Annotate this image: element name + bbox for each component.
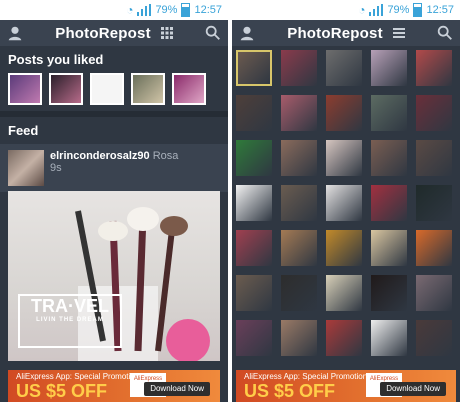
grid-photo[interactable] [281, 185, 317, 221]
post-image[interactable]: TRA·VEL LIVIN THE DREAM [8, 191, 220, 361]
grid-photo[interactable] [371, 320, 407, 356]
grid-photo[interactable] [236, 140, 272, 176]
search-icon[interactable] [204, 24, 222, 42]
grid-photo[interactable] [281, 95, 317, 131]
grid-photo[interactable] [416, 140, 452, 176]
grid-photo[interactable] [236, 275, 272, 311]
post-header: elrinconderosalz90 Rosa 9s [0, 144, 228, 192]
app-title: PhotoRepost [55, 24, 151, 42]
ad-download-button[interactable]: Download Now [144, 382, 210, 396]
grid-photo[interactable] [326, 275, 362, 311]
battery-percentage: 79% [155, 4, 178, 16]
search-icon[interactable] [436, 24, 454, 42]
grid-photo[interactable] [326, 50, 362, 86]
status-bar: ◔ 79% 12:57 [0, 0, 228, 20]
avatar[interactable] [8, 150, 44, 186]
clock-time: 12:57 [194, 4, 222, 16]
travel-logo: TRA·VEL LIVIN THE DREAM [18, 294, 122, 348]
grid-photo[interactable] [326, 230, 362, 266]
app-bar: PhotoRepost [232, 20, 460, 46]
liked-thumb[interactable] [90, 73, 124, 105]
feed-title: Feed [8, 123, 39, 138]
liked-thumb[interactable] [49, 73, 83, 105]
grid-photo[interactable] [281, 140, 317, 176]
app-title: PhotoRepost [287, 24, 383, 42]
grid-photo[interactable] [371, 275, 407, 311]
profile-icon[interactable] [6, 24, 24, 42]
grid-photo[interactable] [326, 95, 362, 131]
grid-photo[interactable] [416, 320, 452, 356]
grid-photo[interactable] [326, 320, 362, 356]
post-username[interactable]: elrinconderosalz90 [50, 150, 150, 162]
right-phone-screen: ◔ 79% 12:57 PhotoRepost AliExpress App: … [232, 0, 460, 402]
grid-photo[interactable] [416, 185, 452, 221]
ad-big-text: US $5 OFF [16, 381, 108, 401]
grid-photo[interactable] [326, 185, 362, 221]
ad-top-text: AliExpress App: Special Promotion [244, 372, 368, 381]
liked-thumb[interactable] [172, 73, 206, 105]
posts-liked-title: Posts you liked [8, 52, 104, 67]
ad-banner[interactable]: AliExpress App: Special Promotion US $5 … [236, 370, 456, 402]
status-bar: ◔ 79% 12:57 [232, 0, 460, 20]
grid-photo[interactable] [371, 140, 407, 176]
signal-icon [137, 4, 152, 16]
travel-subtext: LIVIN THE DREAM [36, 317, 104, 323]
battery-icon [181, 3, 191, 17]
ad-top-text: AliExpress App: Special Promotion [16, 372, 140, 381]
app-bar: PhotoRepost [0, 20, 228, 46]
travel-text: TRA·VEL [31, 296, 109, 316]
post-meta: elrinconderosalz90 Rosa 9s [50, 150, 178, 174]
grid-photo[interactable] [236, 95, 272, 131]
grid-photo[interactable] [236, 50, 272, 86]
liked-posts-row [0, 73, 228, 111]
battery-icon [413, 3, 423, 17]
ad-download-button[interactable]: Download Now [380, 382, 446, 396]
grid-photo[interactable] [371, 50, 407, 86]
grid-photo[interactable] [416, 230, 452, 266]
grid-photo[interactable] [236, 230, 272, 266]
grid-photo[interactable] [371, 95, 407, 131]
wifi-icon: ◔ [358, 3, 366, 17]
liked-thumb[interactable] [8, 73, 42, 105]
ad-banner[interactable]: AliExpress App: Special Promotion US $5 … [8, 370, 220, 402]
wifi-icon: ◔ [126, 3, 134, 17]
grid-photo[interactable] [416, 95, 452, 131]
grid-photo[interactable] [371, 185, 407, 221]
grid-view-icon[interactable] [160, 27, 173, 39]
clock-time: 12:57 [426, 4, 454, 16]
battery-percentage: 79% [387, 4, 410, 16]
left-phone-screen: ◔ 79% 12:57 PhotoRepost Posts you liked [0, 0, 228, 402]
post-time: 9s [50, 162, 62, 174]
grid-photo[interactable] [416, 275, 452, 311]
grid-photo[interactable] [236, 185, 272, 221]
post-secondary-name: Rosa [152, 150, 179, 162]
signal-icon [369, 4, 384, 16]
list-view-icon[interactable] [392, 27, 405, 39]
liked-thumb[interactable] [131, 73, 165, 105]
profile-icon[interactable] [238, 24, 256, 42]
grid-photo[interactable] [416, 50, 452, 86]
grid-photo[interactable] [326, 140, 362, 176]
ad-big-text: US $5 OFF [244, 381, 336, 401]
grid-photo[interactable] [281, 320, 317, 356]
grid-photo[interactable] [281, 230, 317, 266]
grid-photo[interactable] [281, 50, 317, 86]
grid-photo[interactable] [371, 230, 407, 266]
grid-photo[interactable] [236, 320, 272, 356]
photo-grid [236, 50, 456, 356]
grid-photo[interactable] [281, 275, 317, 311]
